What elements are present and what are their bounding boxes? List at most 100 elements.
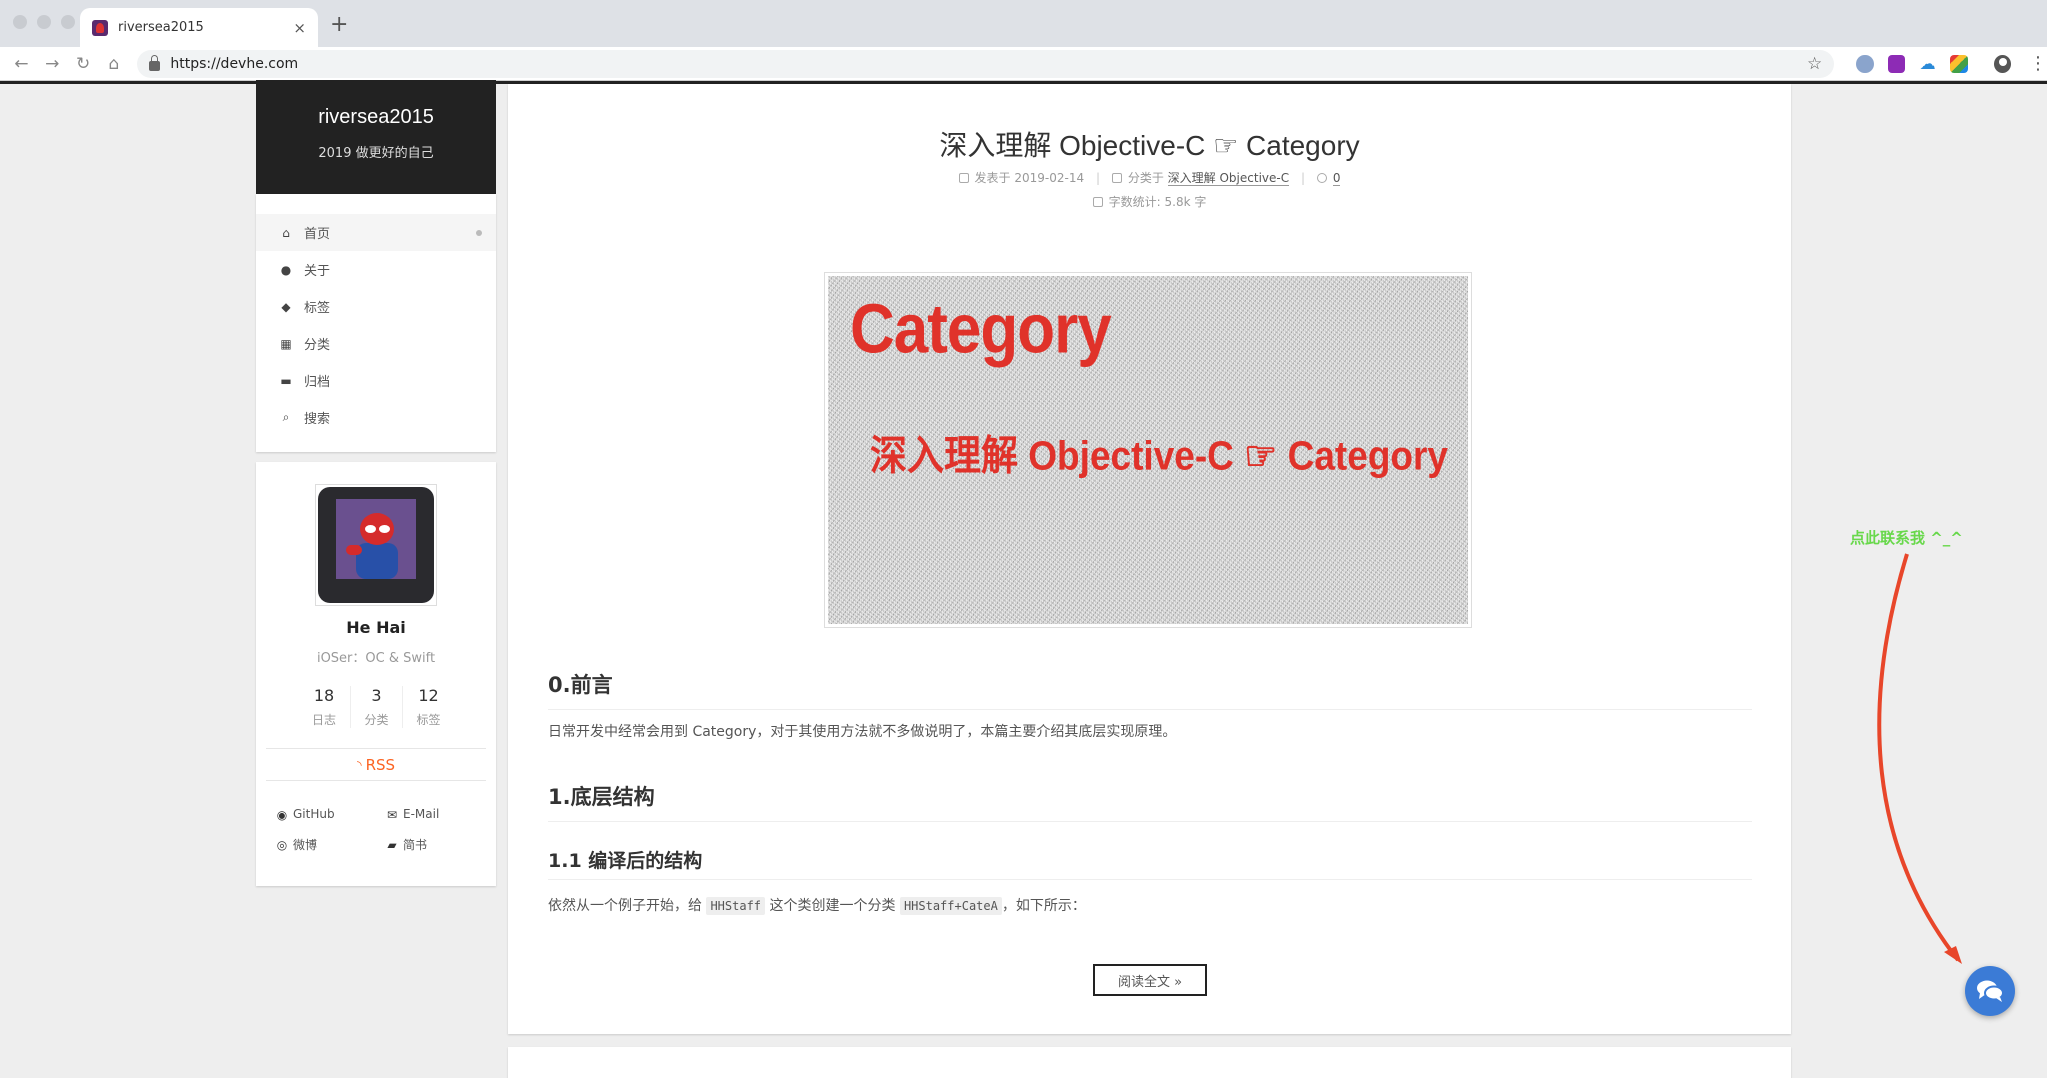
spiderman-avatar-image: [318, 487, 434, 603]
chat-widget-button[interactable]: [1965, 966, 2015, 1016]
folder-icon: [1111, 173, 1122, 183]
posted-date: 2019-02-14: [1014, 171, 1085, 185]
link-jianshu[interactable]: ▰ 简书: [384, 836, 494, 853]
heading-intro: 0.前言: [548, 669, 1752, 710]
author-card: He Hai iOSer：OC & Swift 18 日志 3 分类 12 标签…: [256, 462, 496, 886]
browser-toolbar: ← → ↻ ⌂ https://devhe.com ☆ ☁ ⋮: [0, 47, 2047, 81]
extension-cloud-icon[interactable]: ☁: [1919, 54, 1936, 73]
site-subtitle: 2019 做更好的自己: [318, 146, 434, 161]
archive-icon: ▬: [280, 373, 292, 388]
profile-avatar-icon[interactable]: [1993, 54, 2012, 73]
calendar-icon: [958, 173, 969, 183]
menu-item-home[interactable]: ⌂ 首页: [256, 214, 496, 251]
envelope-icon: ✉: [386, 807, 398, 822]
banner-noise-background: Category 深入理解 Objective-C ☞ Category: [828, 276, 1468, 624]
browser-menu-icon[interactable]: ⋮: [2029, 53, 2047, 74]
stat-number: 18: [313, 686, 335, 705]
site-brand: riversea2015 2019 做更好的自己: [256, 80, 496, 194]
banner-subtitle: 深入理解 Objective-C ☞ Category: [870, 433, 1448, 479]
post-title[interactable]: 深入理解 Objective-C ☞ Category: [508, 124, 1791, 164]
stat-categories[interactable]: 3 分类: [350, 686, 402, 728]
minimize-window-button[interactable]: [37, 15, 51, 29]
zoom-window-button[interactable]: [61, 15, 75, 29]
meta-divider: |: [1300, 171, 1305, 185]
link-label: 微博: [293, 838, 318, 852]
forward-icon[interactable]: →: [37, 54, 68, 74]
menu-item-label: 首页: [304, 227, 331, 242]
post-article: 深入理解 Objective-C ☞ Category 发表于 2019-02-…: [508, 84, 1791, 1034]
site-title[interactable]: riversea2015: [256, 106, 496, 129]
new-tab-button[interactable]: +: [330, 12, 348, 37]
red-arrow-icon: [1877, 553, 1962, 964]
home-icon: ⌂: [282, 225, 290, 240]
stat-label: 分类: [364, 713, 389, 727]
extension-safari-icon[interactable]: [1856, 54, 1874, 73]
post-wordcount: 字数统计: 5.8k 字: [508, 193, 1791, 210]
book-icon: ▰: [387, 838, 397, 852]
menu-item-label: 归档: [304, 375, 331, 390]
next-post-card: [508, 1047, 1791, 1078]
code-category-name: HHStaff+CateA: [899, 897, 1002, 915]
site-stats: 18 日志 3 分类 12 标签: [256, 686, 496, 728]
active-indicator: [476, 229, 482, 236]
author-description: iOSer：OC & Swift: [316, 651, 436, 666]
comments-count-link[interactable]: 0: [1332, 171, 1341, 186]
text-segment: 依然从一个例子开始，给: [548, 898, 702, 914]
back-icon[interactable]: ←: [6, 54, 37, 74]
menu-item-search[interactable]: ⌕ 搜索: [256, 399, 496, 436]
link-label: 简书: [403, 838, 428, 852]
text-segment: 这个类创建一个分类: [769, 898, 896, 914]
link-weibo[interactable]: ◎ 微博: [274, 836, 384, 853]
menu-item-label: 搜索: [304, 412, 331, 427]
tags-icon: ◆: [281, 299, 291, 314]
heading-structure: 1.底层结构: [548, 781, 1752, 822]
stat-posts[interactable]: 18 日志: [298, 686, 350, 728]
window-controls: [13, 15, 75, 29]
text-segment: ，如下所示：: [1001, 898, 1086, 914]
tab-title: riversea2015: [118, 20, 204, 35]
menu-item-label: 关于: [304, 264, 331, 279]
stat-number: 3: [371, 686, 382, 705]
weibo-icon: ◎: [276, 838, 288, 852]
menu-item-tags[interactable]: ◆ 标签: [256, 288, 496, 325]
home-icon[interactable]: ⌂: [99, 54, 130, 74]
bookmark-star-icon[interactable]: ☆: [1807, 54, 1822, 74]
lock-icon: [149, 54, 161, 71]
chat-bubbles-icon: [1977, 980, 2004, 1002]
tab-close-icon[interactable]: ×: [293, 19, 306, 37]
rss-link[interactable]: ◝ RSS: [266, 748, 486, 781]
menu-item-categories[interactable]: ▦ 分类: [256, 325, 496, 362]
code-class-name: HHStaff: [706, 897, 766, 915]
post-meta: 发表于 2019-02-14 | 分类于 深入理解 Objective-C | …: [508, 169, 1791, 186]
wordcount-label: 字数统计:: [1108, 195, 1161, 209]
url-text[interactable]: https://devhe.com: [170, 56, 1807, 72]
stat-label: 标签: [416, 713, 441, 727]
category-label: 分类于: [1127, 171, 1164, 185]
reload-icon[interactable]: ↻: [68, 54, 99, 74]
link-label: GitHub: [293, 807, 335, 821]
menu-item-archives[interactable]: ▬ 归档: [256, 362, 496, 399]
category-link[interactable]: 深入理解 Objective-C: [1167, 171, 1290, 186]
link-email[interactable]: ✉ E-Mail: [384, 807, 494, 822]
banner-title: Category: [850, 291, 1112, 369]
extension-colorful-icon[interactable]: [1950, 54, 1968, 73]
menu-item-about[interactable]: ● 关于: [256, 251, 496, 288]
browser-tab[interactable]: riversea2015 ×: [80, 8, 318, 47]
link-github[interactable]: ◉ GitHub: [274, 807, 384, 822]
posted-label: 发表于: [974, 171, 1011, 185]
search-icon: ⌕: [282, 410, 290, 424]
read-more-button[interactable]: 阅读全文 »: [1093, 964, 1207, 996]
file-word-icon: [1092, 197, 1103, 207]
stat-tags[interactable]: 12 标签: [402, 686, 454, 728]
comment-icon: [1316, 173, 1327, 183]
heading-compiled-structure: 1.1 编译后的结构: [548, 846, 1752, 880]
meta-divider: |: [1095, 171, 1100, 185]
rss-icon: ◝: [356, 757, 362, 772]
address-bar[interactable]: https://devhe.com ☆: [137, 49, 1835, 78]
github-icon: ◉: [276, 807, 288, 822]
close-window-button[interactable]: [13, 15, 27, 29]
menu-item-label: 分类: [304, 338, 331, 353]
extension-purple-icon[interactable]: [1887, 54, 1905, 73]
post-banner-image: Category 深入理解 Objective-C ☞ Category: [824, 272, 1472, 628]
avatar: [315, 484, 437, 606]
